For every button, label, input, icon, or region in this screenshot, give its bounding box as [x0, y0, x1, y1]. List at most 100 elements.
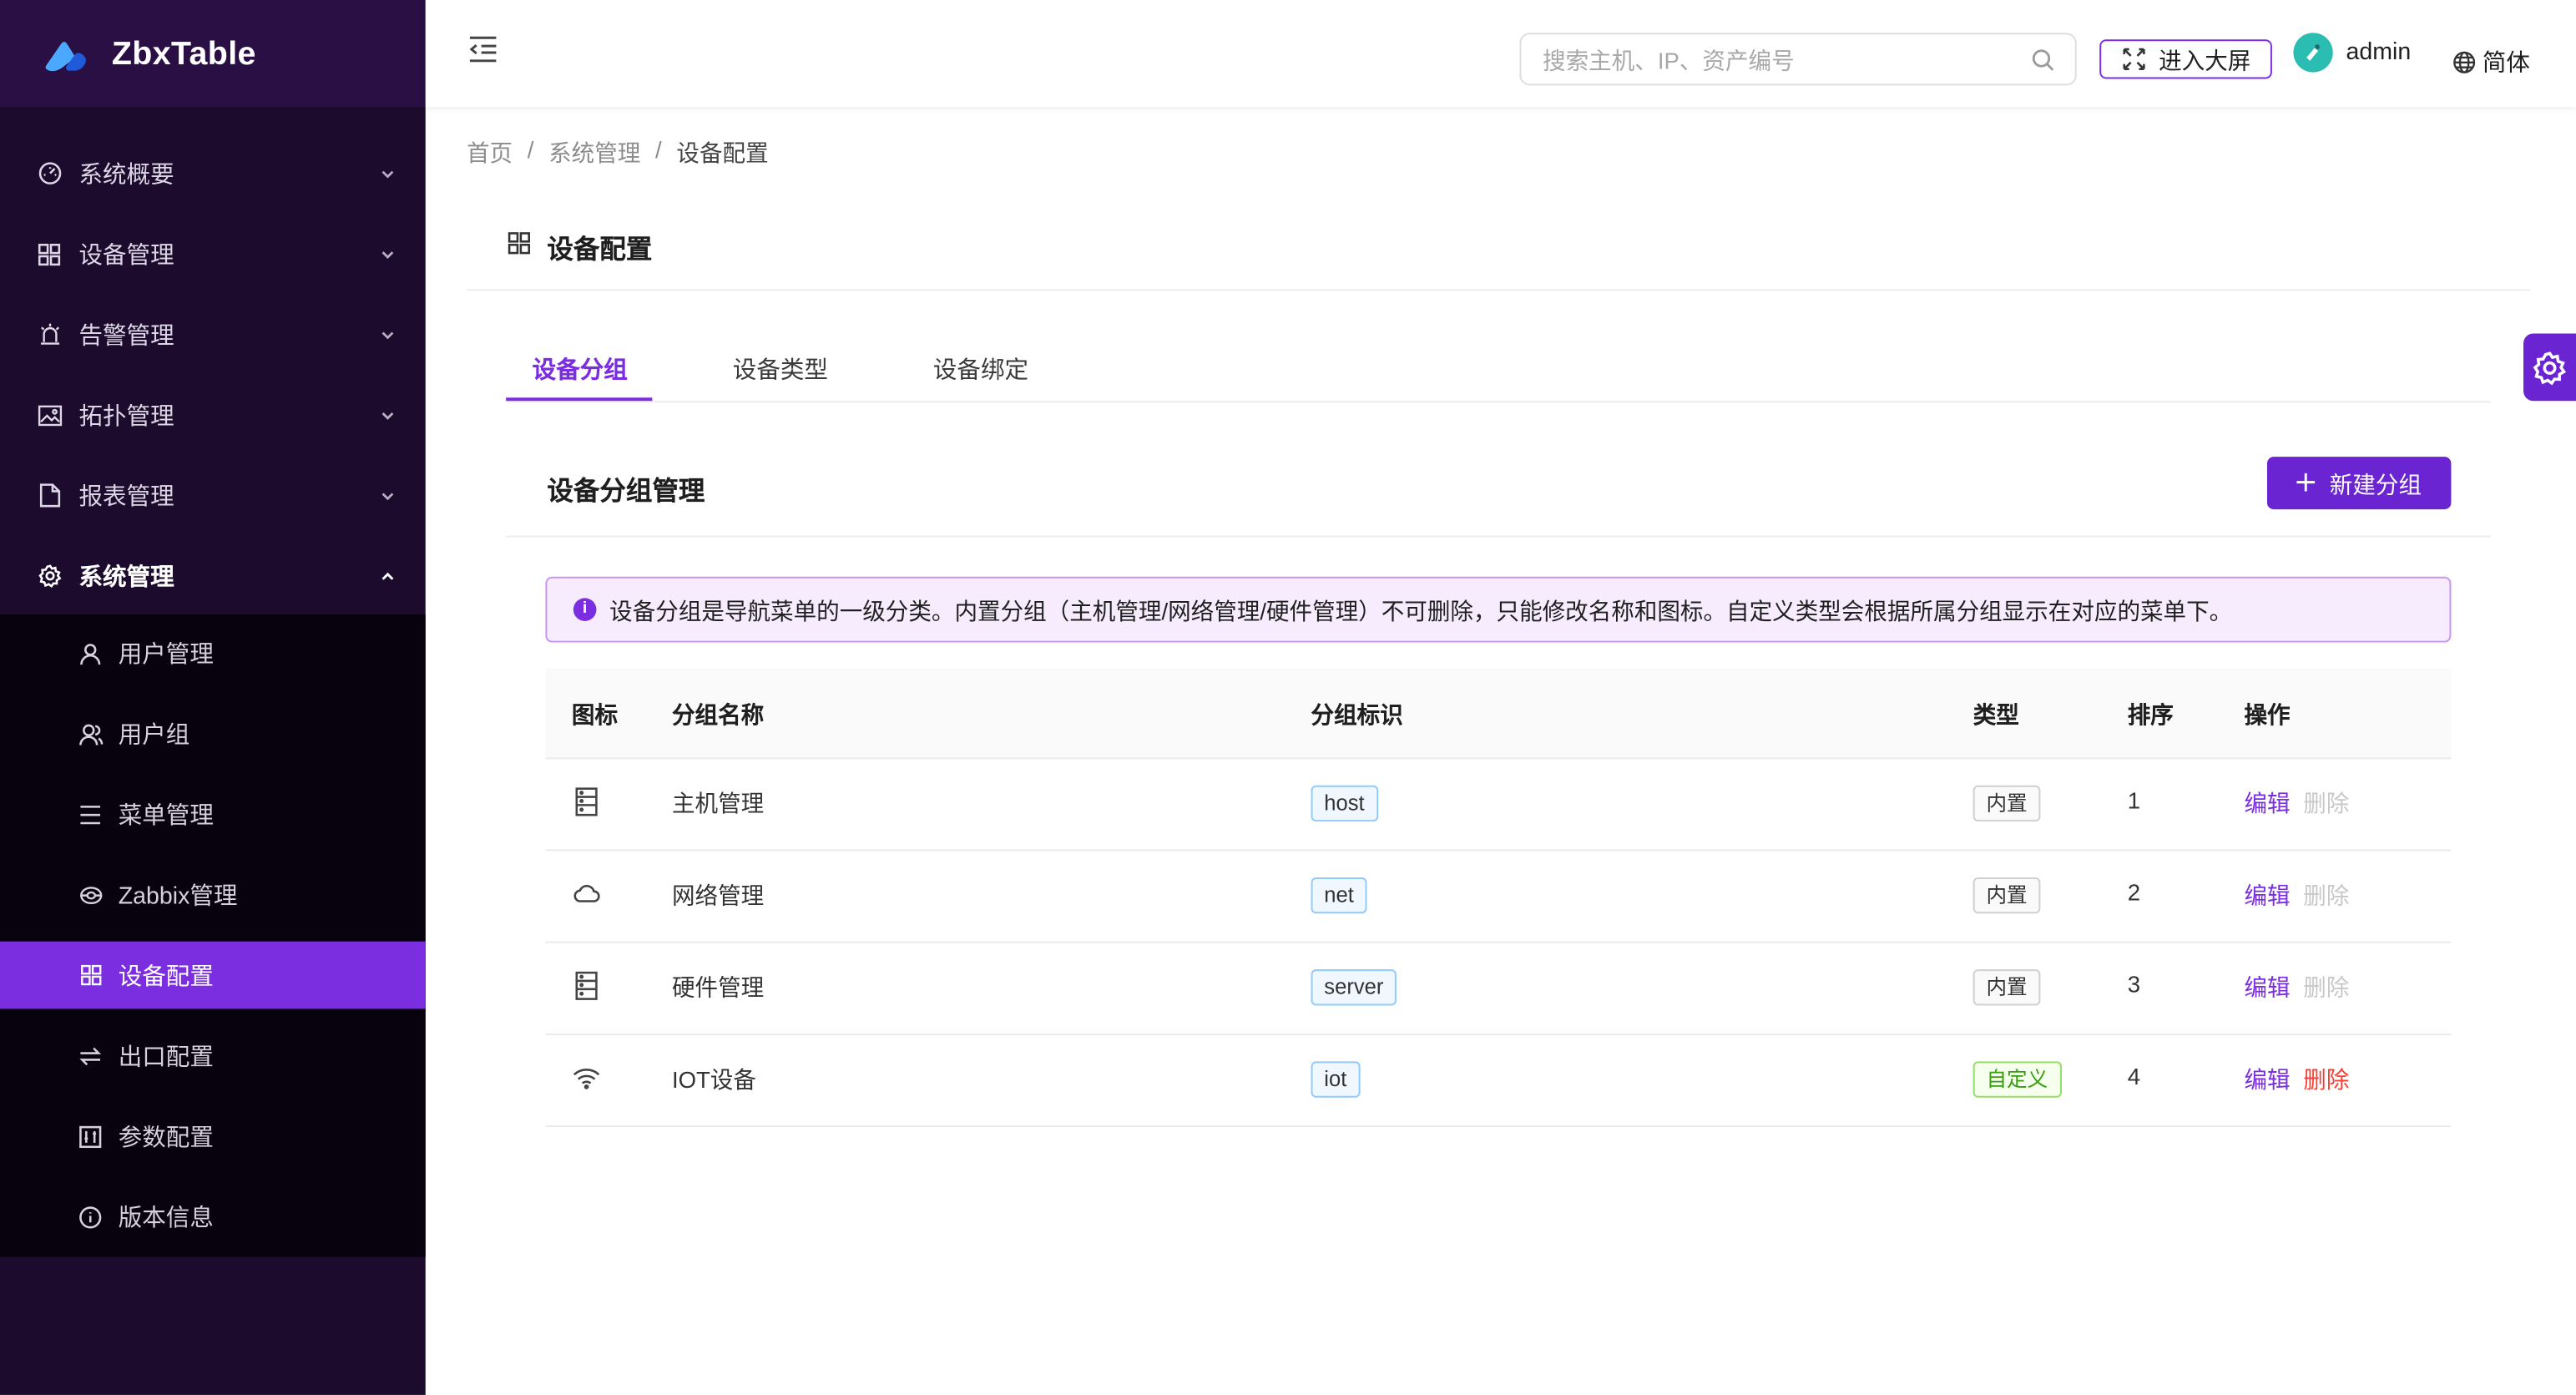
- sidebar-item-label: 系统管理: [78, 565, 174, 592]
- order-value: 3: [2127, 971, 2141, 998]
- sidebar-item-menus[interactable]: 菜单管理: [0, 781, 426, 848]
- sidebar-item-users[interactable]: 用户管理: [0, 619, 426, 687]
- info-alert: i 设备分组是导航菜单的一级分类。内置分组（主机管理/网络管理/硬件管理）不可删…: [545, 576, 2452, 643]
- gear-icon: [2533, 351, 2567, 385]
- chevron-down-icon: [381, 169, 394, 178]
- delete-button: 删除: [2303, 974, 2350, 1001]
- sidebar-item-label: 版本信息: [118, 1205, 214, 1233]
- chevron-down-icon: [381, 412, 394, 419]
- search-input[interactable]: [1539, 43, 2023, 79]
- alarm-icon: [36, 321, 62, 347]
- sidebar-item-devices[interactable]: 设备管理: [0, 214, 426, 294]
- sidebar-item-label: 参数配置: [118, 1125, 214, 1152]
- chevron-down-icon: [381, 250, 394, 258]
- table-row: 网络管理 net 内置 2 编辑 删除: [545, 850, 2452, 943]
- bigscreen-button[interactable]: 进入大屏: [2099, 39, 2272, 79]
- group-code-tag: iot: [1311, 1061, 1361, 1098]
- search-icon[interactable]: [2031, 48, 2056, 73]
- sidebar-item-version[interactable]: 版本信息: [0, 1183, 426, 1251]
- type-tag: 内置: [1972, 877, 2041, 914]
- table-row: 主机管理 host 内置 1 编辑 删除: [545, 757, 2452, 852]
- delete-button: 删除: [2303, 882, 2350, 909]
- wifi-icon: [573, 1069, 600, 1089]
- menu-icon: [78, 801, 104, 826]
- logo[interactable]: ZbxTable: [0, 0, 426, 107]
- sidebar-item-label: 用户管理: [118, 642, 214, 670]
- user-icon: [78, 640, 104, 666]
- sidebar-item-alarms[interactable]: 告警管理: [0, 294, 426, 374]
- language-label: 简体: [2482, 51, 2530, 78]
- delete-button[interactable]: 删除: [2303, 1063, 2349, 1095]
- grid-icon: [78, 962, 104, 988]
- file-icon: [36, 483, 62, 508]
- column-header-code: 分组标识: [1311, 701, 1403, 728]
- group-name: 硬件管理: [671, 974, 765, 1001]
- alert-text: 设备分组是导航菜单的一级分类。内置分组（主机管理/网络管理/硬件管理）不可删除，…: [609, 598, 2233, 624]
- breadcrumb-parent[interactable]: 系统管理: [548, 136, 640, 169]
- chevron-up-icon: [381, 571, 394, 579]
- group-name: IOT设备: [671, 1066, 757, 1093]
- type-tag: 内置: [1972, 785, 2041, 822]
- sidebar-item-topology[interactable]: 拓扑管理: [0, 375, 426, 455]
- sidebar-item-reports[interactable]: 报表管理: [0, 455, 426, 535]
- chevron-down-icon: [381, 492, 394, 500]
- language-switch[interactable]: 简体: [2452, 44, 2530, 78]
- column-header-type: 类型: [1972, 701, 2019, 728]
- edit-button[interactable]: 编辑: [2244, 1063, 2290, 1095]
- search-box[interactable]: [1519, 33, 2077, 86]
- menu-fold-icon[interactable]: [467, 33, 499, 65]
- globe-icon: [2453, 50, 2476, 73]
- group-code-tag: host: [1311, 785, 1378, 822]
- info-icon: i: [573, 598, 597, 621]
- tab-device-binding[interactable]: 设备绑定: [933, 351, 1028, 386]
- sliders-icon: [78, 1123, 104, 1149]
- sidebar: ZbxTable 系统概要 设备管理 告警管理 拓扑管理 报表管理 系统管理 用…: [0, 0, 426, 1395]
- section-title: 设备分组管理: [547, 478, 705, 507]
- column-header-icon: 图标: [571, 701, 619, 728]
- logo-icon: [45, 42, 86, 72]
- sidebar-item-params[interactable]: 参数配置: [0, 1103, 426, 1170]
- sidebar-item-overview[interactable]: 系统概要: [0, 133, 426, 213]
- column-header-actions: 操作: [2244, 701, 2291, 728]
- column-header-name: 分组名称: [671, 701, 765, 728]
- avatar[interactable]: [2293, 33, 2333, 73]
- sidebar-item-export-config[interactable]: 出口配置: [0, 1022, 426, 1089]
- swap-icon: [78, 1043, 104, 1069]
- breadcrumb-separator: /: [655, 136, 662, 163]
- type-tag: 内置: [1972, 969, 2041, 1006]
- plus-icon: [2296, 473, 2316, 492]
- breadcrumb-home[interactable]: 首页: [467, 136, 513, 169]
- sidebar-submenu-system: 用户管理 用户组 菜单管理 Zabbix管理 设备配置 出口配置 参数配置 版本…: [0, 614, 426, 1257]
- group-code-tag: net: [1311, 877, 1367, 914]
- edit-button[interactable]: 编辑: [2244, 787, 2290, 820]
- edit-button[interactable]: 编辑: [2244, 879, 2290, 912]
- sidebar-item-zabbix[interactable]: Zabbix管理: [0, 861, 426, 928]
- sidebar-item-label: 菜单管理: [118, 803, 214, 830]
- order-value: 1: [2127, 786, 2141, 814]
- type-tag: 自定义: [1972, 1061, 2062, 1098]
- username[interactable]: admin: [2346, 39, 2411, 65]
- sidebar-item-device-config[interactable]: 设备配置: [0, 941, 426, 1009]
- tab-device-types[interactable]: 设备类型: [733, 351, 828, 386]
- sidebar-item-label: 用户组: [118, 722, 190, 750]
- sidebar-item-label: 出口配置: [118, 1044, 214, 1072]
- tab-device-groups[interactable]: 设备分组: [533, 351, 628, 386]
- chevron-down-icon: [381, 331, 394, 339]
- breadcrumb-current: 设备配置: [676, 139, 769, 166]
- sidebar-item-label: 系统概要: [78, 162, 174, 190]
- table-header: 图标 分组名称 分组标识 类型 排序 操作: [545, 669, 2452, 760]
- edit-button[interactable]: 编辑: [2244, 971, 2290, 1003]
- page-title: 设备配置: [547, 236, 653, 265]
- new-group-label: 新建分组: [2329, 471, 2422, 498]
- sidebar-item-user-groups[interactable]: 用户组: [0, 700, 426, 767]
- grid-icon: [36, 240, 62, 266]
- app-name: ZbxTable: [111, 36, 256, 73]
- fullscreen-icon: [2123, 48, 2145, 70]
- settings-drawer-button[interactable]: [2523, 333, 2576, 402]
- divider: [466, 289, 2530, 291]
- dashboard-icon: [36, 160, 62, 186]
- grid-icon: [508, 232, 531, 255]
- new-group-button[interactable]: 新建分组: [2266, 457, 2452, 510]
- order-value: 4: [2127, 1063, 2141, 1089]
- sidebar-item-system[interactable]: 系统管理: [0, 536, 426, 616]
